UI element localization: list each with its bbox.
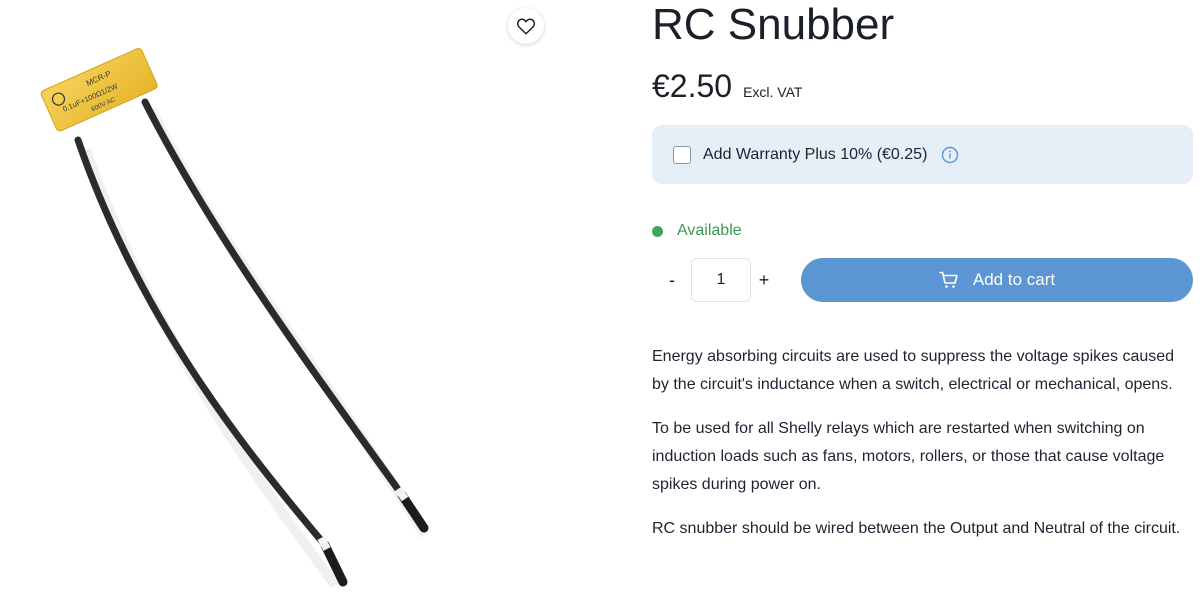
product-image-area: MCR-P 0.1uF+100Ω1/2W 600V AC	[0, 0, 560, 608]
info-icon[interactable]	[941, 146, 959, 164]
warranty-option[interactable]: Add Warranty Plus 10% (€0.25)	[652, 125, 1193, 184]
availability-dot	[652, 225, 663, 237]
heart-icon	[516, 18, 536, 35]
warranty-checkbox[interactable]	[673, 145, 691, 164]
warranty-label[interactable]: Add Warranty Plus 10% (€0.25)	[703, 146, 927, 164]
product-image: MCR-P 0.1uF+100Ω1/2W 600V AC	[40, 48, 430, 588]
availability-text: Available	[677, 222, 742, 239]
description-paragraph: To be used for all Shelly relays which a…	[652, 420, 1165, 493]
purchase-row: - + Add to cart	[652, 257, 1193, 303]
quantity-decrease-button[interactable]: -	[660, 267, 684, 293]
add-to-cart-button[interactable]: Add to cart	[801, 258, 1193, 302]
vat-note: Excl. VAT	[743, 84, 803, 100]
description-paragraph: Energy absorbing circuits are used to su…	[652, 348, 1175, 393]
price-row: €2.50 Excl. VAT	[652, 66, 802, 106]
product-page: MCR-P 0.1uF+100Ω1/2W 600V AC RC Snubber …	[0, 0, 1203, 608]
description-paragraph: RC snubber should be wired between the O…	[652, 520, 1181, 537]
cart-icon	[939, 271, 959, 289]
wishlist-button[interactable]	[508, 8, 544, 44]
quantity-input[interactable]	[691, 258, 751, 302]
quantity-increase-button[interactable]: +	[752, 267, 776, 293]
add-to-cart-label: Add to cart	[972, 270, 1056, 289]
product-title: RC Snubber	[652, 0, 895, 49]
product-description: Energy absorbing circuits are used to su…	[652, 343, 1193, 559]
availability-status: Available	[652, 222, 742, 240]
product-price: €2.50	[652, 68, 733, 104]
